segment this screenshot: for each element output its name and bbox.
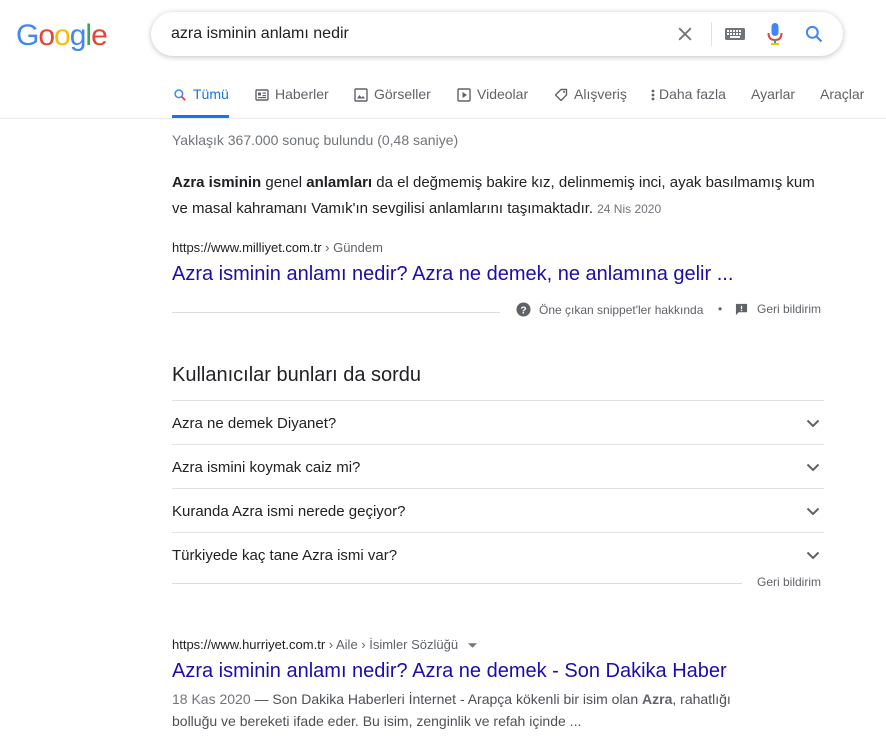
about-snippets-label: Öne çıkan snippet'ler hakkında bbox=[539, 302, 704, 317]
paa-feedback-link[interactable]: Geri bildirim bbox=[757, 575, 821, 589]
search-icon bbox=[172, 87, 188, 103]
search-icon[interactable] bbox=[802, 22, 826, 46]
chevron-down-icon bbox=[806, 551, 820, 560]
chevron-down-icon bbox=[806, 419, 820, 428]
tab-label: Ayarlar bbox=[751, 86, 796, 102]
tab-label: Görseller bbox=[374, 86, 431, 102]
chevron-down-icon bbox=[806, 463, 820, 472]
tab-shopping[interactable]: Alışveriş bbox=[553, 86, 627, 118]
paa-question-text: Türkiyede kaç tane Azra ismi var? bbox=[172, 546, 398, 564]
tab-label: Daha fazla bbox=[659, 86, 726, 102]
feedback-icon bbox=[735, 303, 748, 316]
feedback-label: Geri bildirim bbox=[757, 302, 822, 316]
news-icon bbox=[254, 87, 270, 103]
microphone-icon[interactable] bbox=[763, 22, 787, 46]
paa-question[interactable]: Azra ne demek Diyanet? bbox=[172, 400, 824, 445]
snippet-divider bbox=[172, 312, 500, 313]
result-url: https://www.milliyet.com.tr bbox=[172, 240, 322, 255]
paa-question-text: Azra ne demek Diyanet? bbox=[172, 414, 337, 432]
paa-question-text: Kuranda Azra ismi nerede geçiyor? bbox=[172, 502, 406, 520]
image-icon bbox=[353, 87, 369, 103]
search-divider bbox=[711, 22, 712, 46]
snippet-bold: anlamları bbox=[306, 174, 373, 191]
google-logo[interactable]: Google bbox=[16, 18, 108, 54]
tab-all[interactable]: Tümü bbox=[172, 86, 229, 118]
video-icon bbox=[456, 87, 472, 103]
result-breadcrumb: › Aile › İsimler Sözlüğü bbox=[325, 637, 459, 652]
tab-label: Tümü bbox=[193, 86, 229, 102]
tab-more[interactable]: Daha fazla bbox=[649, 86, 726, 118]
logo-letter: G bbox=[16, 19, 39, 52]
paa-title: Kullanıcılar bunları da sordu bbox=[172, 364, 422, 386]
paa-divider bbox=[172, 583, 742, 584]
tag-icon bbox=[553, 87, 569, 103]
search-input[interactable] bbox=[171, 12, 641, 56]
snippet-text: — Son Dakika Haberleri İnternet - Arapça… bbox=[250, 691, 643, 707]
tab-videos[interactable]: Videolar bbox=[456, 86, 528, 118]
keyboard-icon[interactable] bbox=[723, 22, 747, 46]
more-vert-icon bbox=[649, 87, 657, 103]
chevron-down-icon bbox=[806, 507, 820, 516]
result-stats: Yaklaşık 367.000 sonuç bulundu (0,48 san… bbox=[172, 132, 459, 148]
separator-dot: • bbox=[718, 302, 723, 316]
paa-question[interactable]: Azra ismini koymak caiz mi? bbox=[172, 444, 824, 489]
result-cite[interactable]: https://www.milliyet.com.tr › Gündem bbox=[172, 240, 383, 255]
help-icon: ? bbox=[516, 302, 531, 317]
logo-letter: e bbox=[91, 19, 108, 52]
result-title-link[interactable]: Azra isminin anlamı nedir? Azra ne demek… bbox=[172, 263, 733, 286]
svg-text:?: ? bbox=[520, 305, 526, 316]
logo-letter: o bbox=[38, 19, 55, 52]
tab-label: Alışveriş bbox=[574, 86, 627, 102]
result-cite[interactable]: https://www.hurriyet.com.tr › Aile › İsi… bbox=[172, 637, 477, 652]
clear-icon[interactable] bbox=[673, 22, 697, 46]
search-tabs: Tümü Haberler Görseller Videolar Alışver… bbox=[172, 86, 872, 118]
tab-label: Haberler bbox=[275, 86, 329, 102]
snippet-text: genel bbox=[261, 174, 307, 191]
search-box bbox=[151, 12, 843, 56]
snippet-bold: Azra bbox=[642, 691, 673, 707]
tab-tools[interactable]: Araçlar bbox=[820, 86, 864, 118]
tabs-divider bbox=[0, 118, 886, 119]
feedback-link[interactable]: Geri bildirim bbox=[735, 302, 821, 316]
tab-news[interactable]: Haberler bbox=[254, 86, 329, 118]
result-title-link[interactable]: Azra isminin anlamı nedir? Azra ne demek… bbox=[172, 660, 727, 683]
logo-letter: g bbox=[69, 19, 87, 52]
result-date: 18 Kas 2020 bbox=[172, 691, 251, 707]
tab-settings[interactable]: Ayarlar bbox=[751, 86, 795, 118]
snippet-bold: Azra isminin bbox=[172, 174, 262, 191]
result-snippet: 18 Kas 2020 — Son Dakika Haberleri İnter… bbox=[172, 688, 772, 732]
paa-question[interactable]: Türkiyede kaç tane Azra ismi var? bbox=[172, 532, 824, 577]
tab-label: Araçlar bbox=[820, 86, 865, 102]
tab-images[interactable]: Görseller bbox=[353, 86, 431, 118]
paa-question[interactable]: Kuranda Azra ismi nerede geçiyor? bbox=[172, 488, 824, 533]
caret-down-icon[interactable] bbox=[467, 643, 477, 648]
featured-snippet-text: Azra isminin genel anlamları da el değme… bbox=[172, 170, 822, 222]
tab-label: Videolar bbox=[477, 86, 529, 102]
snippet-date: 24 Nis 2020 bbox=[597, 202, 662, 216]
result-breadcrumb: › Gündem bbox=[321, 240, 383, 255]
result-url: https://www.hurriyet.com.tr bbox=[172, 637, 326, 652]
paa-question-text: Azra ismini koymak caiz mi? bbox=[172, 458, 361, 476]
logo-letter: o bbox=[54, 19, 71, 52]
about-snippets-link[interactable]: ? Öne çıkan snippet'ler hakkında bbox=[516, 302, 703, 317]
